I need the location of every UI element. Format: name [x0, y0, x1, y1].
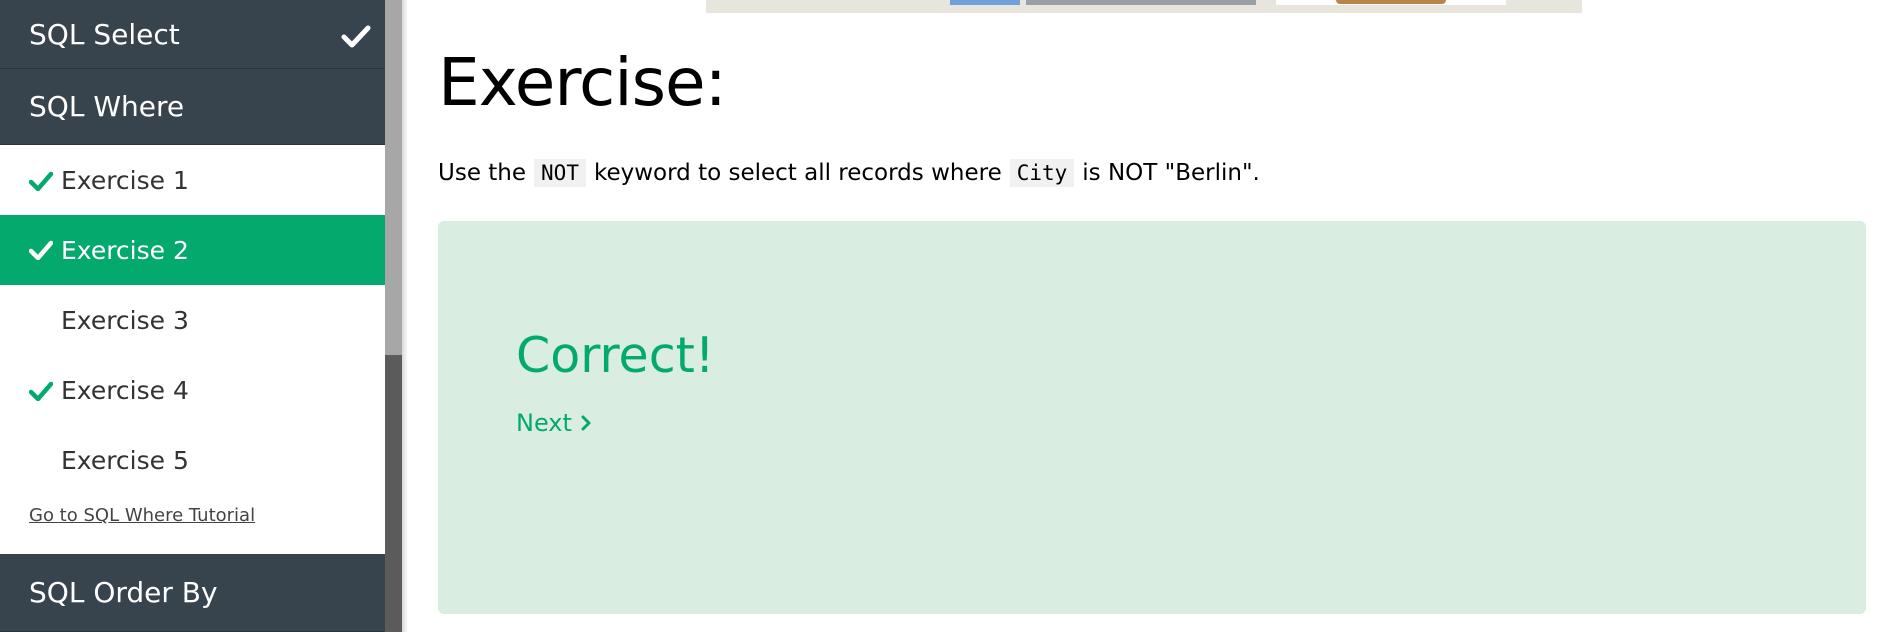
sidebar-item-exercise-4[interactable]: Exercise 4	[0, 356, 385, 425]
sidebar-item-exercise-1[interactable]: Exercise 1	[0, 146, 385, 215]
ad-image	[1276, 0, 1506, 5]
ad-banner[interactable]	[706, 0, 1582, 13]
exercise-label: Exercise 1	[61, 166, 189, 195]
checkmark-icon	[29, 381, 53, 401]
code-keyword: NOT	[534, 159, 586, 187]
checkmark-icon	[29, 240, 53, 260]
chevron-right-icon	[580, 414, 592, 432]
section-label: SQL Where	[29, 90, 185, 123]
section-label: SQL Select	[29, 17, 180, 51]
sidebar-scrollbar[interactable]	[385, 0, 402, 632]
checkmark-icon	[341, 22, 371, 48]
exercise-label: Exercise 2	[61, 235, 189, 265]
page-title: Exercise:	[438, 44, 727, 121]
sidebar-shadow	[402, 0, 408, 632]
checkmark-icon	[29, 171, 53, 191]
sidebar-section-sql-where[interactable]: SQL Where	[0, 69, 385, 145]
sidebar: SQL Select SQL Where Exercise 1 Exercise…	[0, 0, 385, 632]
ad-image	[1026, 0, 1256, 5]
result-status: Correct!	[516, 327, 715, 384]
instruction-text: Use the	[438, 160, 527, 186]
sidebar-item-exercise-3[interactable]: Exercise 3	[0, 286, 385, 355]
instruction-text: keyword to select all records where	[593, 160, 1002, 186]
sidebar-section-sql-order-by[interactable]: SQL Order By	[0, 554, 385, 632]
exercise-label: Exercise 4	[61, 376, 189, 405]
next-label: Next	[516, 409, 572, 437]
sidebar-section-sql-select[interactable]: SQL Select	[0, 0, 385, 69]
exercise-instruction: Use the NOT keyword to select all record…	[438, 159, 1260, 187]
section-label: SQL Order By	[29, 576, 218, 609]
exercise-label: Exercise 5	[61, 446, 189, 475]
code-keyword: City	[1009, 159, 1075, 187]
sidebar-item-exercise-5[interactable]: Exercise 5	[0, 426, 385, 495]
exercise-label: Exercise 3	[61, 306, 189, 335]
sidebar-item-exercise-2[interactable]: Exercise 2	[0, 215, 385, 285]
instruction-text: is NOT "Berlin".	[1082, 160, 1260, 186]
tutorial-link[interactable]: Go to SQL Where Tutorial	[29, 505, 255, 526]
scrollbar-thumb[interactable]	[385, 0, 402, 355]
next-button[interactable]: Next	[516, 409, 592, 437]
ad-image	[950, 0, 1020, 5]
result-panel: Correct! Next	[438, 221, 1866, 614]
